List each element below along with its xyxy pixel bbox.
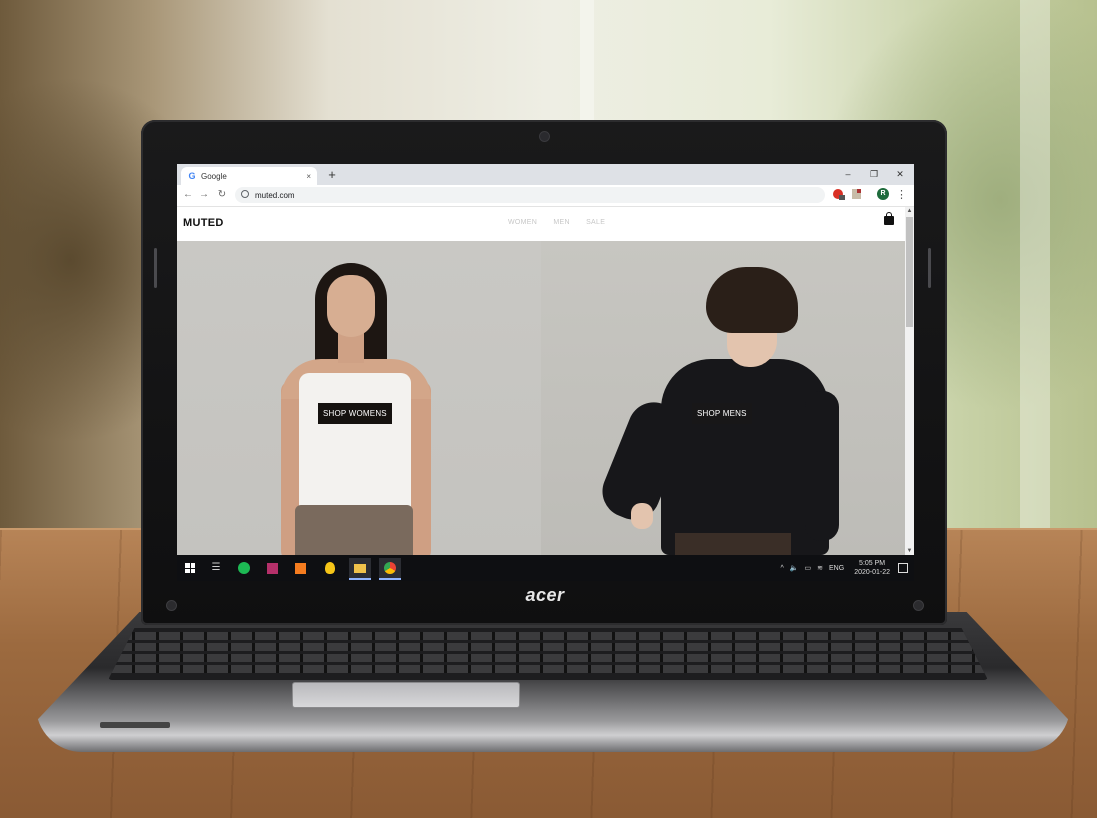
nav-men-link[interactable]: MEN bbox=[553, 219, 569, 226]
model-skirt bbox=[295, 505, 413, 555]
back-arrow-icon[interactable]: ← bbox=[181, 187, 195, 203]
volume-icon[interactable]: 🔈 bbox=[790, 564, 799, 572]
browser-toolbar: ← → ↻ R ⋮ bbox=[177, 185, 914, 207]
pdf-extension-icon[interactable] bbox=[852, 189, 861, 199]
system-tray: ^ 🔈 ▭ ≋ ENG 5:05 PM 2020-01-22 bbox=[775, 555, 908, 581]
background-window-frame bbox=[1020, 0, 1050, 540]
notifications-icon[interactable] bbox=[898, 563, 908, 573]
website-viewport: MUTED WOMEN MEN SALE SHOP WOMENS SHOP ME… bbox=[177, 207, 905, 555]
shop-womens-button[interactable]: SHOP WOMENS bbox=[318, 403, 392, 424]
laptop-touchpad bbox=[292, 682, 520, 708]
laptop-keyboard bbox=[108, 628, 988, 680]
task-view-icon[interactable]: ☰ bbox=[205, 558, 227, 578]
lid-bumper bbox=[166, 600, 177, 611]
scroll-down-icon[interactable]: ▼ bbox=[905, 547, 914, 555]
address-bar[interactable] bbox=[235, 187, 825, 203]
model-face bbox=[327, 275, 375, 337]
forward-arrow-icon[interactable]: → bbox=[197, 187, 211, 203]
key-row bbox=[108, 654, 988, 662]
windows-logo-icon bbox=[185, 563, 195, 573]
duck-app-icon[interactable] bbox=[319, 558, 341, 578]
site-info-icon[interactable] bbox=[241, 190, 249, 198]
profile-avatar[interactable]: R bbox=[877, 188, 889, 200]
model-neck bbox=[338, 333, 364, 363]
shopping-bag-icon[interactable] bbox=[884, 212, 894, 225]
model-pants bbox=[675, 533, 791, 555]
restore-button[interactable]: ❐ bbox=[863, 166, 885, 182]
taskbar-clock[interactable]: 5:05 PM 2020-01-22 bbox=[854, 559, 890, 577]
model-white-top bbox=[299, 373, 411, 523]
laptop-brand-logo: acer bbox=[525, 585, 565, 605]
site-logo[interactable]: MUTED bbox=[183, 217, 224, 229]
xampp-icon[interactable] bbox=[289, 558, 311, 578]
model-arm bbox=[805, 391, 839, 541]
wifi-icon[interactable]: ≋ bbox=[817, 564, 823, 572]
lid-bumper bbox=[913, 600, 924, 611]
key-row bbox=[108, 632, 988, 640]
file-explorer-icon[interactable] bbox=[349, 558, 371, 580]
new-tab-button[interactable]: + bbox=[325, 167, 339, 183]
model-black-sweater bbox=[661, 359, 829, 555]
battery-icon[interactable]: ▭ bbox=[805, 564, 812, 572]
scrollbar-thumb[interactable] bbox=[906, 217, 913, 327]
hero-men-panel[interactable]: SHOP MENS bbox=[541, 241, 905, 555]
browser-tabstrip: G Google × + – ❐ ✕ bbox=[177, 164, 914, 185]
key-row bbox=[108, 643, 988, 651]
scroll-up-icon[interactable]: ▲ bbox=[905, 207, 914, 215]
minimize-button[interactable]: – bbox=[837, 166, 859, 182]
tray-chevron-icon[interactable]: ^ bbox=[781, 565, 784, 572]
browser-menu-icon[interactable]: ⋮ bbox=[896, 187, 907, 203]
model-hair bbox=[706, 267, 798, 333]
hero-women-panel[interactable]: SHOP WOMENS bbox=[177, 241, 541, 555]
site-header: MUTED WOMEN MEN SALE bbox=[177, 207, 905, 241]
browser-tab[interactable]: G Google × bbox=[181, 167, 317, 185]
media-app-icon[interactable] bbox=[261, 558, 283, 578]
close-window-button[interactable]: ✕ bbox=[889, 166, 911, 182]
language-indicator[interactable]: ENG bbox=[829, 565, 844, 572]
webcam bbox=[539, 131, 550, 142]
page-scrollbar[interactable]: ▲ ▼ bbox=[905, 207, 914, 555]
reload-icon[interactable]: ↻ bbox=[215, 187, 229, 203]
clock-time: 5:05 PM bbox=[859, 560, 886, 567]
site-nav: WOMEN MEN SALE bbox=[508, 219, 619, 226]
nav-sale-link[interactable]: SALE bbox=[586, 219, 605, 226]
spotify-icon[interactable] bbox=[233, 558, 255, 578]
google-favicon-icon: G bbox=[188, 171, 196, 181]
chrome-icon[interactable] bbox=[379, 558, 401, 580]
start-button[interactable] bbox=[179, 558, 201, 578]
lid-hinge-right bbox=[928, 248, 931, 288]
key-row bbox=[108, 665, 988, 673]
nav-women-link[interactable]: WOMEN bbox=[508, 219, 537, 226]
shop-mens-button[interactable]: SHOP MENS bbox=[692, 403, 752, 424]
clock-date: 2020-01-22 bbox=[854, 569, 890, 576]
laptop-screen: G Google × + – ❐ ✕ ← → ↻ R ⋮ MUTED WOMEN… bbox=[177, 164, 914, 581]
model-hand bbox=[631, 503, 653, 529]
windows-taskbar: ☰ ^ 🔈 ▭ ≋ ENG 5:05 PM 2020-01-22 bbox=[177, 555, 914, 581]
lid-hinge-left bbox=[154, 248, 157, 288]
tab-close-icon[interactable]: × bbox=[306, 172, 311, 181]
tab-title: Google bbox=[201, 171, 227, 181]
card-slot bbox=[100, 722, 170, 728]
extension-badge-icon bbox=[839, 195, 845, 200]
